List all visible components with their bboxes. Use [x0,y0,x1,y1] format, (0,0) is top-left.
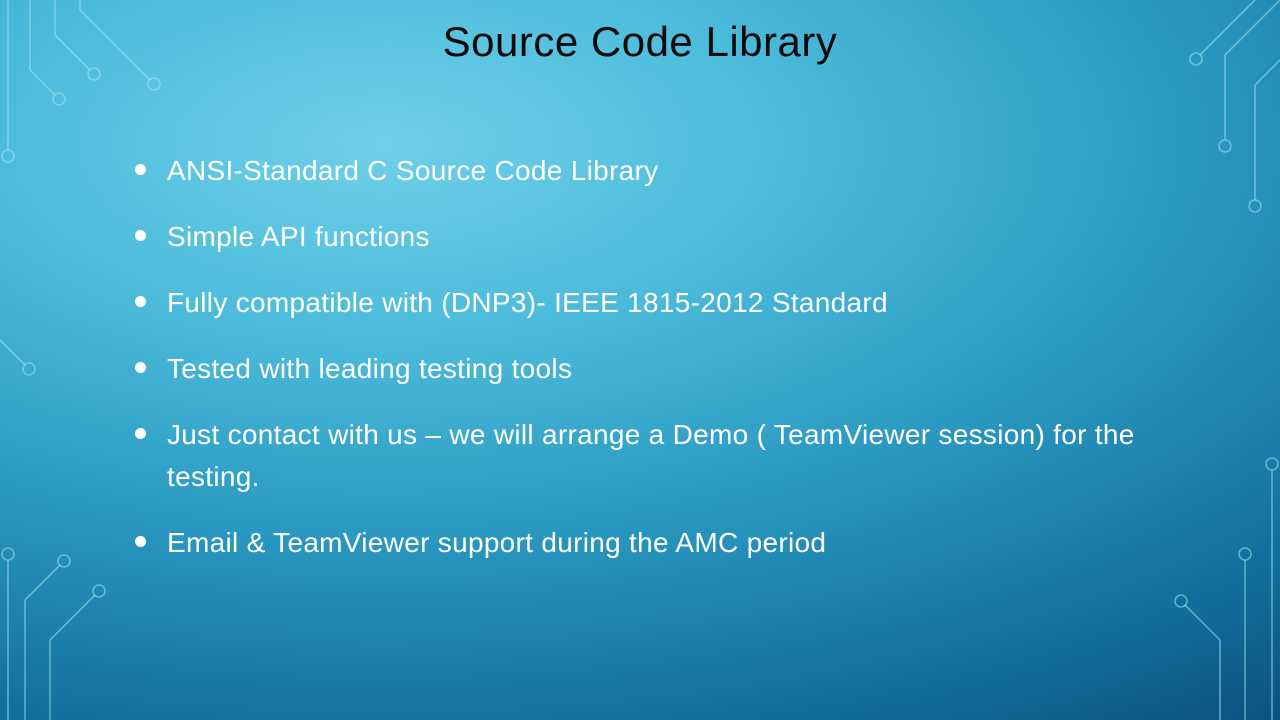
slide: Source Code Library ANSI-Standard C Sour… [0,0,1280,720]
bullet-item: Just contact with us – we will arrange a… [135,414,1160,498]
slide-body: ANSI-Standard C Source Code Library Simp… [135,150,1160,588]
bullet-item: Simple API functions [135,216,1160,258]
bullet-item: Tested with leading testing tools [135,348,1160,390]
bullet-item: Email & TeamViewer support during the AM… [135,522,1160,564]
bullet-item: ANSI-Standard C Source Code Library [135,150,1160,192]
bullet-list: ANSI-Standard C Source Code Library Simp… [135,150,1160,564]
bullet-item: Fully compatible with (DNP3)- IEEE 1815-… [135,282,1160,324]
slide-title: Source Code Library [0,18,1280,66]
